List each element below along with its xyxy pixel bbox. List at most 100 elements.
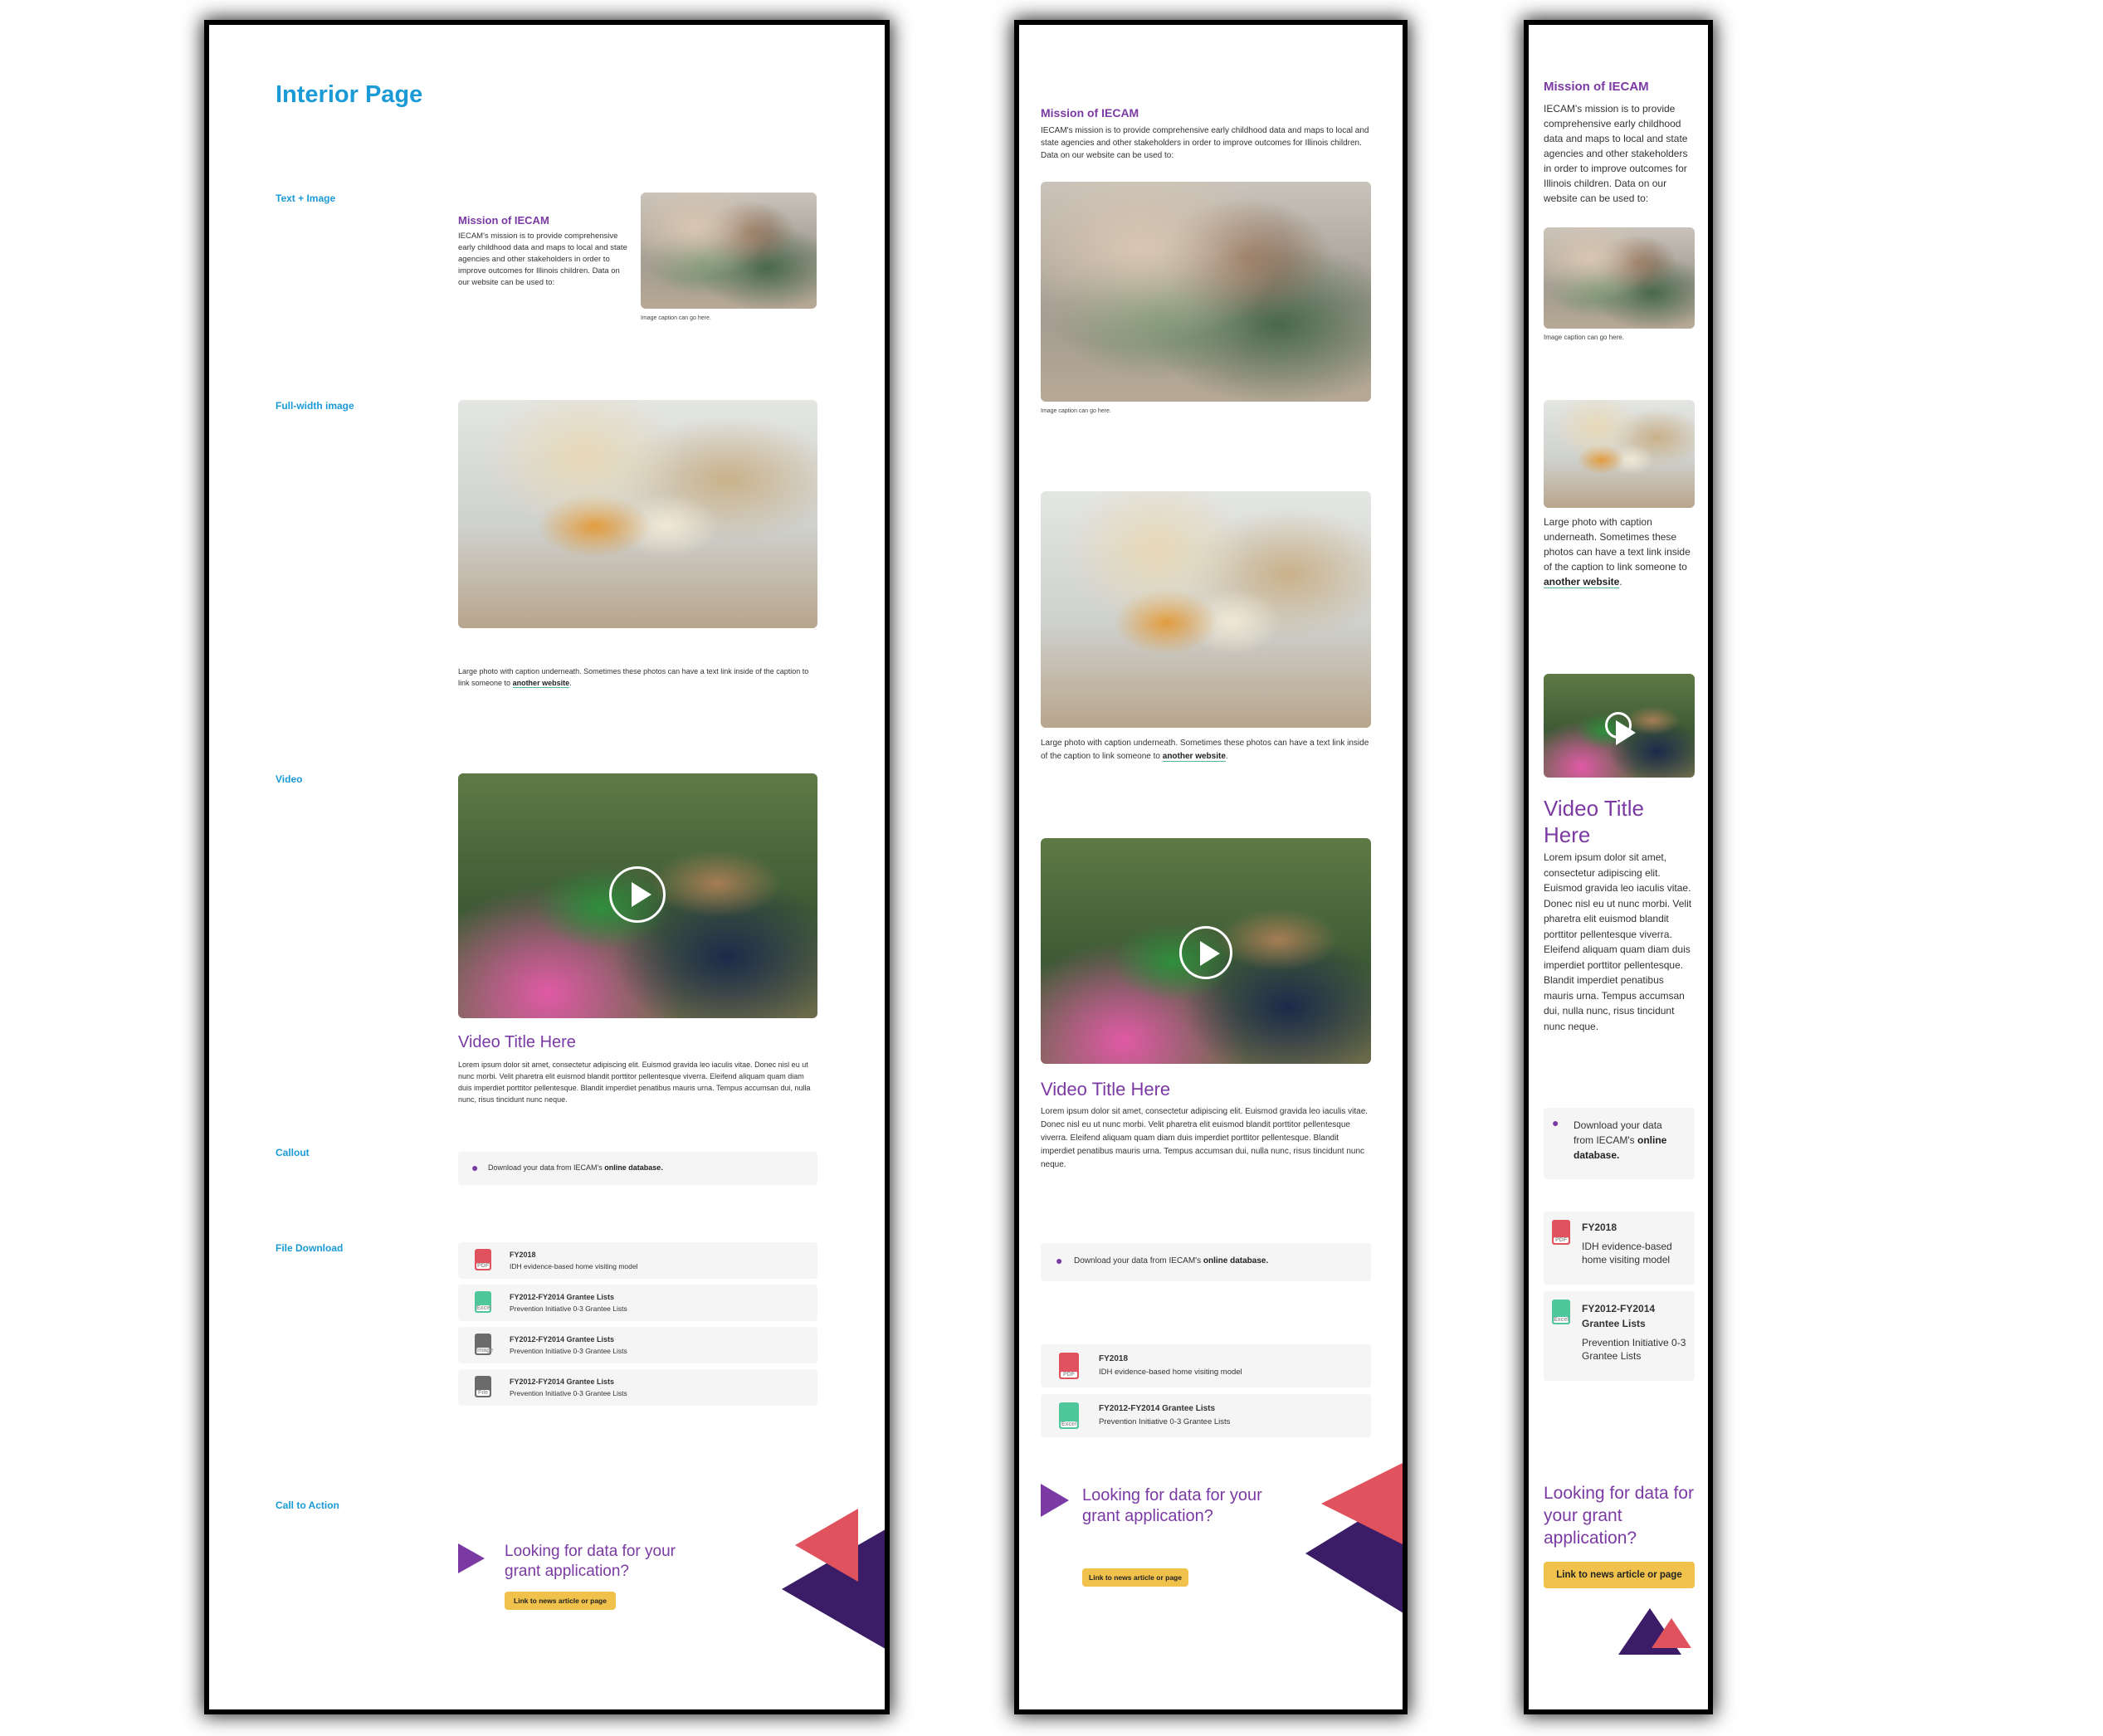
cta-button[interactable]: Link to news article or page [505, 1592, 616, 1610]
image-file-icon: Image [475, 1334, 494, 1355]
file-subtitle: Prevention Initiative 0-3 Grantee Lists [1099, 1417, 1231, 1426]
label-full-width-image: Full-width image [276, 400, 354, 412]
label-callout: Callout [276, 1147, 310, 1158]
label-call-to-action: Call to Action [276, 1499, 339, 1511]
file-subtitle: Prevention Initiative 0-3 Grantee Lists [510, 1389, 627, 1397]
desktop-frame: Interior Page Text + Image Full-width im… [209, 25, 885, 1709]
reading-child-photo [458, 400, 817, 628]
mission-body: IECAM's mission is to provide comprehens… [1544, 103, 1688, 204]
cta-heading: Looking for data for your grant applicat… [1544, 1484, 1694, 1548]
file-title: FY2012-FY2014 Grantee Lists [1099, 1404, 1216, 1413]
file-item[interactable]: Excel FY2012-FY2014 Grantee Lists Preven… [1544, 1291, 1695, 1381]
mobile-frame: Mission of IECAM IECAM's mission is to p… [1529, 25, 1708, 1709]
caption-text: Large photo with caption underneath. Som… [458, 667, 809, 687]
caption-text: Large photo with caption underneath. Som… [1544, 516, 1691, 573]
callout-link[interactable]: online database. [1203, 1256, 1268, 1265]
full-image-caption: Large photo with caption underneath. Som… [1041, 737, 1371, 763]
caption-suffix: . [1619, 576, 1622, 588]
file-title: FY2012-FY2014 Grantee Lists [510, 1335, 615, 1343]
play-icon[interactable] [1605, 712, 1636, 745]
family-photo [1544, 227, 1695, 329]
reading-child-photo [1544, 400, 1695, 508]
file-title: FY2012-FY2014 Grantee Lists [510, 1293, 615, 1301]
caption-link[interactable]: another website [512, 679, 570, 688]
full-image-caption: Large photo with caption underneath. Som… [458, 666, 817, 689]
image-caption: Image caption can go here. [1544, 334, 1624, 341]
video-title: Video Title Here [1544, 796, 1644, 847]
page-title: Interior Page [276, 81, 423, 108]
cta-arrow-icon [458, 1543, 485, 1573]
file-type-tag: PDF [476, 1263, 490, 1269]
file-subtitle: IDH evidence-based home visiting model [510, 1262, 638, 1270]
lightbulb-icon: ● [1056, 1254, 1063, 1267]
file-subtitle: Prevention Initiative 0-3 Grantee Lists [1582, 1337, 1686, 1362]
file-type-tag: Image [476, 1348, 494, 1353]
video-body: Lorem ipsum dolor sit amet, consectetur … [458, 1061, 811, 1104]
file-type-tag: Excel [1554, 1317, 1569, 1323]
file-item[interactable]: PDF FY2018 IDH evidence-based home visit… [458, 1242, 817, 1279]
callout-prefix: Download your data from IECAM's [1074, 1256, 1202, 1265]
file-type-tag: Excel [1061, 1421, 1077, 1427]
lightbulb-icon: ● [471, 1161, 479, 1174]
callout-box: ● Download your data from IECAM's online… [458, 1152, 817, 1185]
file-type-tag: PDF [1061, 1372, 1077, 1378]
play-icon[interactable] [1179, 926, 1232, 979]
decor-coral-triangle [1321, 1462, 1403, 1545]
caption-suffix: . [1225, 752, 1228, 761]
video-title: Video Title Here [1041, 1079, 1171, 1100]
file-item[interactable]: PDF FY2018 IDH evidence-based home visit… [1544, 1212, 1695, 1285]
mission-title: Mission of IECAM [1544, 80, 1649, 94]
mission-title: Mission of IECAM [458, 214, 549, 227]
callout-text: Download your data from IECAM's online d… [488, 1163, 663, 1172]
image-caption: Image caption can go here. [641, 315, 711, 321]
file-subtitle: Prevention Initiative 0-3 Grantee Lists [510, 1347, 627, 1355]
caption-suffix: . [569, 679, 572, 687]
mission-title: Mission of IECAM [1041, 106, 1139, 119]
file-item[interactable]: PDF FY2018 IDH evidence-based home visit… [1041, 1344, 1371, 1387]
file-subtitle: IDH evidence-based home visiting model [1099, 1368, 1242, 1377]
lightbulb-icon: ● [1552, 1116, 1559, 1129]
tablet-frame: Mission of IECAM IECAM's mission is to p… [1019, 25, 1403, 1709]
caption-link[interactable]: another website [1544, 576, 1620, 588]
mission-body: IECAM's mission is to provide comprehens… [1041, 126, 1369, 160]
cta-button[interactable]: Link to news article or page [1082, 1568, 1188, 1587]
label-video: Video [276, 773, 303, 785]
video-player[interactable] [458, 773, 817, 1018]
family-photo [1041, 182, 1371, 402]
file-title: FY2018 [510, 1251, 536, 1259]
file-item[interactable]: File FY2012-FY2014 Grantee Lists Prevent… [458, 1369, 817, 1406]
callout-link[interactable]: online database. [604, 1163, 663, 1172]
video-title: Video Title Here [458, 1033, 576, 1051]
file-item[interactable]: Excel FY2012-FY2014 Grantee Lists Preven… [1041, 1394, 1371, 1437]
file-type-tag: File [476, 1390, 490, 1396]
excel-file-icon: Excel [1059, 1402, 1079, 1429]
pdf-file-icon: PDF [1552, 1220, 1570, 1245]
file-item[interactable]: Excel FY2012-FY2014 Grantee Lists Preven… [458, 1285, 817, 1321]
play-icon[interactable] [609, 866, 666, 923]
pdf-file-icon: PDF [475, 1249, 491, 1270]
video-body: Lorem ipsum dolor sit amet, consectetur … [1041, 1107, 1369, 1169]
file-title: FY2018 [1099, 1354, 1129, 1363]
caption-link[interactable]: another website [1162, 752, 1226, 762]
mission-body: IECAM's mission is to provide comprehens… [458, 232, 627, 287]
full-image-caption: Large photo with caption underneath. Som… [1544, 514, 1696, 589]
video-player[interactable] [1041, 838, 1371, 1064]
excel-file-icon: Excel [1552, 1300, 1570, 1324]
file-title: FY2012-FY2014 Grantee Lists [510, 1378, 615, 1386]
file-subtitle: Prevention Initiative 0-3 Grantee Lists [510, 1304, 627, 1313]
cta-button[interactable]: Link to news article or page [1544, 1562, 1695, 1588]
callout-box: ● Download your data from IECAM's online… [1041, 1243, 1371, 1281]
file-type-tag: PDF [1554, 1237, 1569, 1243]
image-caption: Image caption can go here. [1041, 408, 1111, 414]
pdf-file-icon: PDF [1059, 1353, 1079, 1379]
callout-prefix: Download your data from IECAM's [488, 1163, 603, 1172]
decor-coral-triangle [1652, 1618, 1691, 1648]
video-player[interactable] [1544, 674, 1695, 778]
decor-coral-triangle [795, 1509, 858, 1582]
callout-text: Download your data from IECAM's online d… [1574, 1118, 1685, 1163]
label-text-image: Text + Image [276, 193, 336, 204]
cta-heading: Looking for data for your grant applicat… [505, 1543, 676, 1580]
excel-file-icon: Excel [475, 1291, 491, 1313]
file-item[interactable]: Image FY2012-FY2014 Grantee Lists Preven… [458, 1327, 817, 1363]
file-type-tag: Excel [476, 1305, 492, 1311]
